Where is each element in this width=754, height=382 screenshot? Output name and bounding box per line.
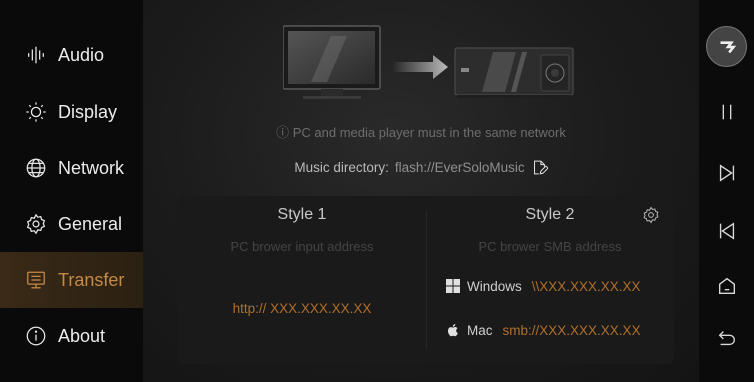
access-styles-card: Style 1 PC brower input address http:// …: [178, 196, 674, 364]
sidebar-item-network[interactable]: Network: [0, 140, 143, 196]
gear-icon: [24, 212, 48, 236]
transfer-panel: ⓘ PC and media player must in the same n…: [143, 0, 699, 382]
pc-to-player-illustration: [283, 25, 574, 99]
info-icon: [24, 324, 48, 348]
windows-smb-row: Windows \\XXX.XXX.XX.XX: [445, 278, 641, 294]
transfer-icon: [24, 268, 48, 292]
previous-icon: [719, 222, 735, 240]
sidebar-item-display[interactable]: Display: [0, 84, 143, 140]
music-directory-row: Music directory: flash://EverSoloMusic: [143, 159, 699, 176]
windows-label: Windows: [467, 278, 522, 294]
style1-title: Style 1: [277, 206, 327, 223]
sun-icon: [24, 100, 48, 124]
sidebar-item-general[interactable]: General: [0, 196, 143, 252]
back-icon: [718, 331, 735, 346]
next-track-button[interactable]: [711, 157, 743, 189]
sidebar-item-label: Display: [58, 101, 118, 122]
music-directory-value: flash://EverSoloMusic: [394, 160, 525, 175]
settings-sidebar: Audio Display Network General Transfer A…: [0, 0, 143, 382]
style2-title: Style 2: [525, 206, 575, 223]
smb-settings-gear-icon[interactable]: [642, 206, 660, 224]
style1-section: Style 1 PC brower input address http:// …: [178, 196, 426, 364]
previous-track-button[interactable]: [711, 215, 743, 247]
eversolo-logo-icon[interactable]: [706, 26, 747, 67]
windows-icon: [446, 279, 460, 293]
sidebar-item-label: Network: [58, 157, 125, 178]
music-directory-label: Music directory:: [294, 160, 389, 175]
sidebar-item-label: About: [58, 325, 106, 346]
edit-directory-icon[interactable]: [531, 159, 549, 176]
mac-smb-row: Mac smb://XXX.XXX.XX.XX: [445, 322, 641, 338]
globe-icon: [24, 156, 48, 180]
apple-icon: [447, 324, 458, 337]
http-address: http:// XXX.XXX.XX.XX: [232, 301, 372, 316]
mac-label: Mac: [467, 322, 493, 338]
pause-button[interactable]: [711, 96, 743, 128]
sidebar-item-about[interactable]: About: [0, 308, 143, 364]
playback-control-bar: [699, 0, 754, 382]
sidebar-item-transfer[interactable]: Transfer: [0, 252, 143, 308]
sidebar-item-label: Transfer: [58, 269, 125, 290]
pause-icon: [722, 104, 732, 120]
sidebar-item-audio[interactable]: Audio: [0, 27, 143, 83]
back-button[interactable]: [711, 322, 743, 354]
style2-subtitle: PC brower SMB address: [478, 239, 622, 254]
next-icon: [719, 164, 735, 182]
home-icon: [718, 277, 736, 295]
sidebar-item-label: Audio: [58, 44, 105, 65]
style1-subtitle: PC brower input address: [230, 239, 374, 254]
mac-smb-address: smb://XXX.XXX.XX.XX: [502, 322, 641, 338]
sidebar-item-label: General: [58, 213, 123, 234]
home-button[interactable]: [711, 270, 743, 302]
audio-wave-icon: [24, 43, 48, 67]
style2-section: Style 2 PC brower SMB address Windows \\…: [426, 196, 674, 364]
windows-smb-address: \\XXX.XXX.XX.XX: [531, 278, 641, 294]
network-notice: ⓘ PC and media player must in the same n…: [276, 125, 566, 140]
